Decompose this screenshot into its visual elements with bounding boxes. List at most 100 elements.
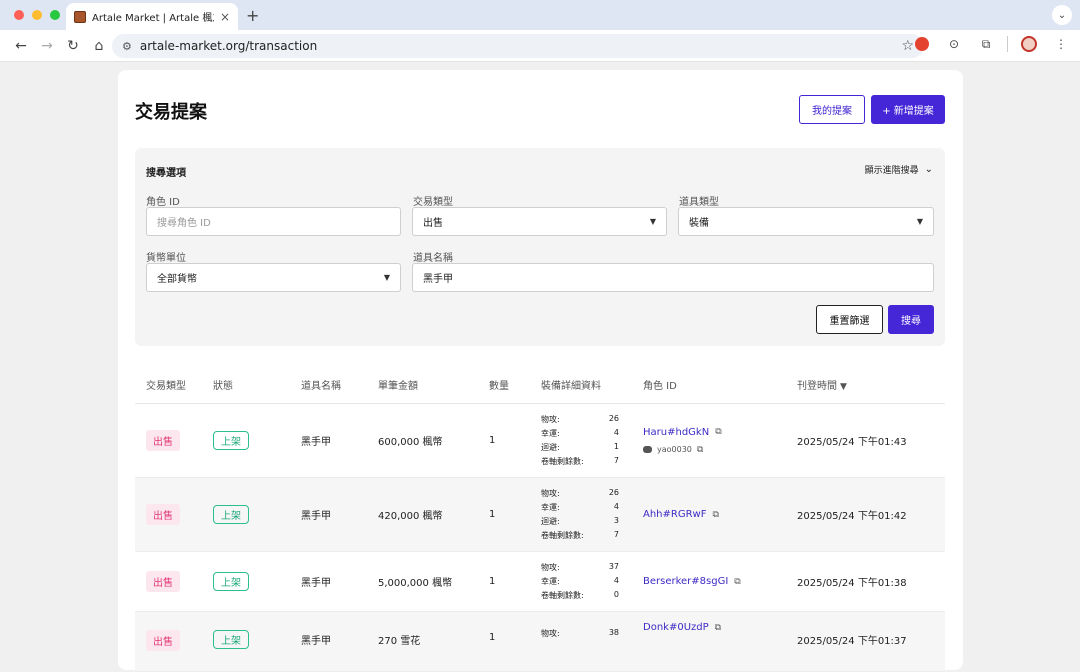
currency-value: 全部貨幣	[157, 274, 197, 285]
trade-type-label: 交易類型	[413, 197, 453, 208]
table-row[interactable]: 出售 上架 黑手甲 600,000 楓幣 1 物攻: 26 幸運: 4 迴避: 1 卷…	[135, 404, 945, 478]
header-unit-price: 單筆金額	[378, 381, 418, 392]
main-card: 交易提案 我的提案 + 新增提案 搜尋選項 顯示進階搜尋 ⌄ 角色 ID 搜尋角…	[118, 70, 963, 672]
posted-time-cell: 2025/05/24 下午01:42	[797, 511, 907, 522]
forward-arrow-icon[interactable]: →	[34, 33, 60, 59]
sort-arrow-icon[interactable]: ▼	[840, 382, 847, 392]
stat-label: 卷軸剩餘數:	[541, 457, 584, 466]
trade-type-badge: 出售	[146, 571, 180, 592]
quantity-cell: 1	[489, 576, 496, 587]
copy-icon[interactable]: ⧉	[697, 445, 703, 455]
profile-avatar-icon[interactable]	[1018, 33, 1040, 55]
url-text[interactable]: artale-market.org/transaction	[140, 39, 894, 53]
header-posted-time[interactable]: 刊登時間 ▼	[797, 377, 945, 392]
posted-time-cell: 2025/05/24 下午01:38	[797, 578, 907, 589]
close-tab-icon[interactable]: ×	[220, 10, 230, 24]
table-header: 交易類型 狀態 道具名稱 單筆金額 數量 裝備詳細資料 角色 ID 刊登時間 ▼	[135, 366, 945, 404]
equipment-stats: 物攻: 37 幸運: 4 卷軸剩餘數: 0	[541, 562, 643, 601]
reset-filters-button[interactable]: 重置篩選	[816, 305, 883, 334]
chevron-down-icon: ⌄	[924, 164, 933, 175]
extensions-puzzle-icon[interactable]: ⧉	[975, 33, 997, 55]
copy-icon[interactable]: ⧉	[712, 510, 718, 520]
stat-label: 物攻:	[541, 629, 560, 638]
search-button[interactable]: 搜尋	[888, 305, 934, 334]
item-name-input[interactable]: 黑手甲	[412, 263, 934, 292]
copy-icon[interactable]: ⧉	[734, 577, 740, 587]
home-icon[interactable]: ⌂	[86, 33, 112, 59]
page-title: 交易提案	[135, 102, 207, 123]
character-id-text[interactable]: Haru#hdGkN	[643, 427, 709, 438]
transaction-table: 交易類型 狀態 道具名稱 單筆金額 數量 裝備詳細資料 角色 ID 刊登時間 ▼ …	[135, 366, 945, 672]
character-id-link[interactable]: Berserker#8sgGI ⧉	[643, 576, 797, 587]
address-bar[interactable]: ⚙ artale-market.org/transaction ☆	[112, 34, 924, 58]
reload-icon[interactable]: ↻	[60, 33, 86, 59]
back-arrow-icon[interactable]: ←	[8, 33, 34, 59]
stat-label: 幸運:	[541, 429, 560, 438]
quantity-cell: 1	[489, 509, 496, 520]
downloads-icon[interactable]: ⊙	[943, 33, 965, 55]
table-row[interactable]: 出售 上架 黑手甲 270 雪花 1 物攻: 38 Donk#0UzdP ⧉ 20…	[135, 612, 945, 672]
currency-label: 貨幣單位	[146, 253, 186, 264]
character-id-link[interactable]: Ahh#RGRwF ⧉	[643, 509, 797, 520]
browser-tab[interactable]: Artale Market | Artale 楓之谷物 ×	[66, 3, 238, 30]
stat-label: 迴避:	[541, 443, 560, 452]
copy-icon[interactable]: ⧉	[715, 623, 721, 633]
dropdown-caret-icon: ▼	[383, 273, 390, 282]
close-window-button[interactable]	[14, 10, 24, 20]
tab-title: Artale Market | Artale 楓之谷物	[92, 13, 214, 24]
item-type-select[interactable]: 裝備 ▼	[678, 207, 934, 236]
item-type-label: 道具類型	[679, 197, 719, 208]
character-id-link[interactable]: Haru#hdGkN ⧉	[643, 427, 797, 438]
equipment-stats: 物攻: 26 幸運: 4 迴避: 3 卷軸剩餘數: 7	[541, 488, 643, 541]
tab-search-chevron-icon[interactable]: ⌄	[1052, 5, 1072, 25]
table-row[interactable]: 出售 上架 黑手甲 420,000 楓幣 1 物攻: 26 幸運: 4 迴避: 3 卷…	[135, 478, 945, 552]
character-id-text[interactable]: Donk#0UzdP	[643, 622, 709, 633]
new-proposal-button[interactable]: + 新增提案	[871, 95, 945, 124]
item-type-value: 裝備	[689, 218, 709, 229]
status-badge: 上架	[213, 572, 249, 591]
page-body: 交易提案 我的提案 + 新增提案 搜尋選項 顯示進階搜尋 ⌄ 角色 ID 搜尋角…	[0, 62, 1080, 672]
stat-value: 26	[608, 488, 619, 497]
quantity-cell: 1	[489, 632, 496, 643]
character-id-link[interactable]: Donk#0UzdP ⧉	[643, 622, 797, 633]
status-badge: 上架	[213, 630, 249, 649]
trade-type-value: 出售	[423, 218, 443, 229]
item-name-cell: 黑手甲	[301, 437, 331, 448]
maximize-window-button[interactable]	[50, 10, 60, 20]
dropdown-caret-icon: ▼	[649, 217, 656, 226]
site-settings-icon[interactable]: ⚙	[122, 40, 132, 53]
posted-time-cell: 2025/05/24 下午01:37	[797, 636, 907, 647]
stat-value: 37	[608, 562, 619, 571]
posted-time-label: 刊登時間	[797, 381, 837, 392]
minimize-window-button[interactable]	[32, 10, 42, 20]
advanced-search-toggle[interactable]: 顯示進階搜尋 ⌄	[865, 163, 933, 176]
extensions-area: ⊙ ⧉ ⋮	[911, 33, 1072, 55]
equipment-stats: 物攻: 26 幸運: 4 迴避: 1 卷軸剩餘數: 7	[541, 414, 643, 467]
character-id-label: 角色 ID	[146, 197, 180, 208]
new-tab-button[interactable]: +	[246, 6, 259, 25]
stat-value: 1	[613, 442, 619, 451]
price-cell: 420,000 楓幣	[378, 511, 443, 522]
character-id-text[interactable]: Berserker#8sgGI	[643, 576, 728, 587]
header-item-name: 道具名稱	[301, 381, 341, 392]
my-proposals-button[interactable]: 我的提案	[799, 95, 865, 124]
stat-value: 4	[613, 576, 619, 585]
table-row[interactable]: 出售 上架 黑手甲 5,000,000 楓幣 1 物攻: 37 幸運: 4 卷軸剩餘…	[135, 552, 945, 612]
character-id-placeholder: 搜尋角色 ID	[157, 218, 211, 229]
item-name-cell: 黑手甲	[301, 511, 331, 522]
trade-type-badge: 出售	[146, 430, 180, 451]
browser-tab-bar: Artale Market | Artale 楓之谷物 × + ⌄	[0, 0, 1080, 30]
trade-type-select[interactable]: 出售 ▼	[412, 207, 667, 236]
search-panel-title: 搜尋選項	[146, 168, 186, 179]
character-id-text[interactable]: Ahh#RGRwF	[643, 509, 706, 520]
dropdown-caret-icon: ▼	[916, 217, 923, 226]
copy-icon[interactable]: ⧉	[715, 427, 721, 437]
stat-label: 物攻:	[541, 489, 560, 498]
currency-select[interactable]: 全部貨幣 ▼	[146, 263, 401, 292]
price-cell: 5,000,000 楓幣	[378, 578, 453, 589]
window-controls	[14, 10, 60, 20]
advanced-search-label: 顯示進階搜尋	[864, 166, 919, 176]
character-id-input[interactable]: 搜尋角色 ID	[146, 207, 401, 236]
extension-red-icon[interactable]	[911, 33, 933, 55]
browser-menu-icon[interactable]: ⋮	[1050, 33, 1072, 55]
